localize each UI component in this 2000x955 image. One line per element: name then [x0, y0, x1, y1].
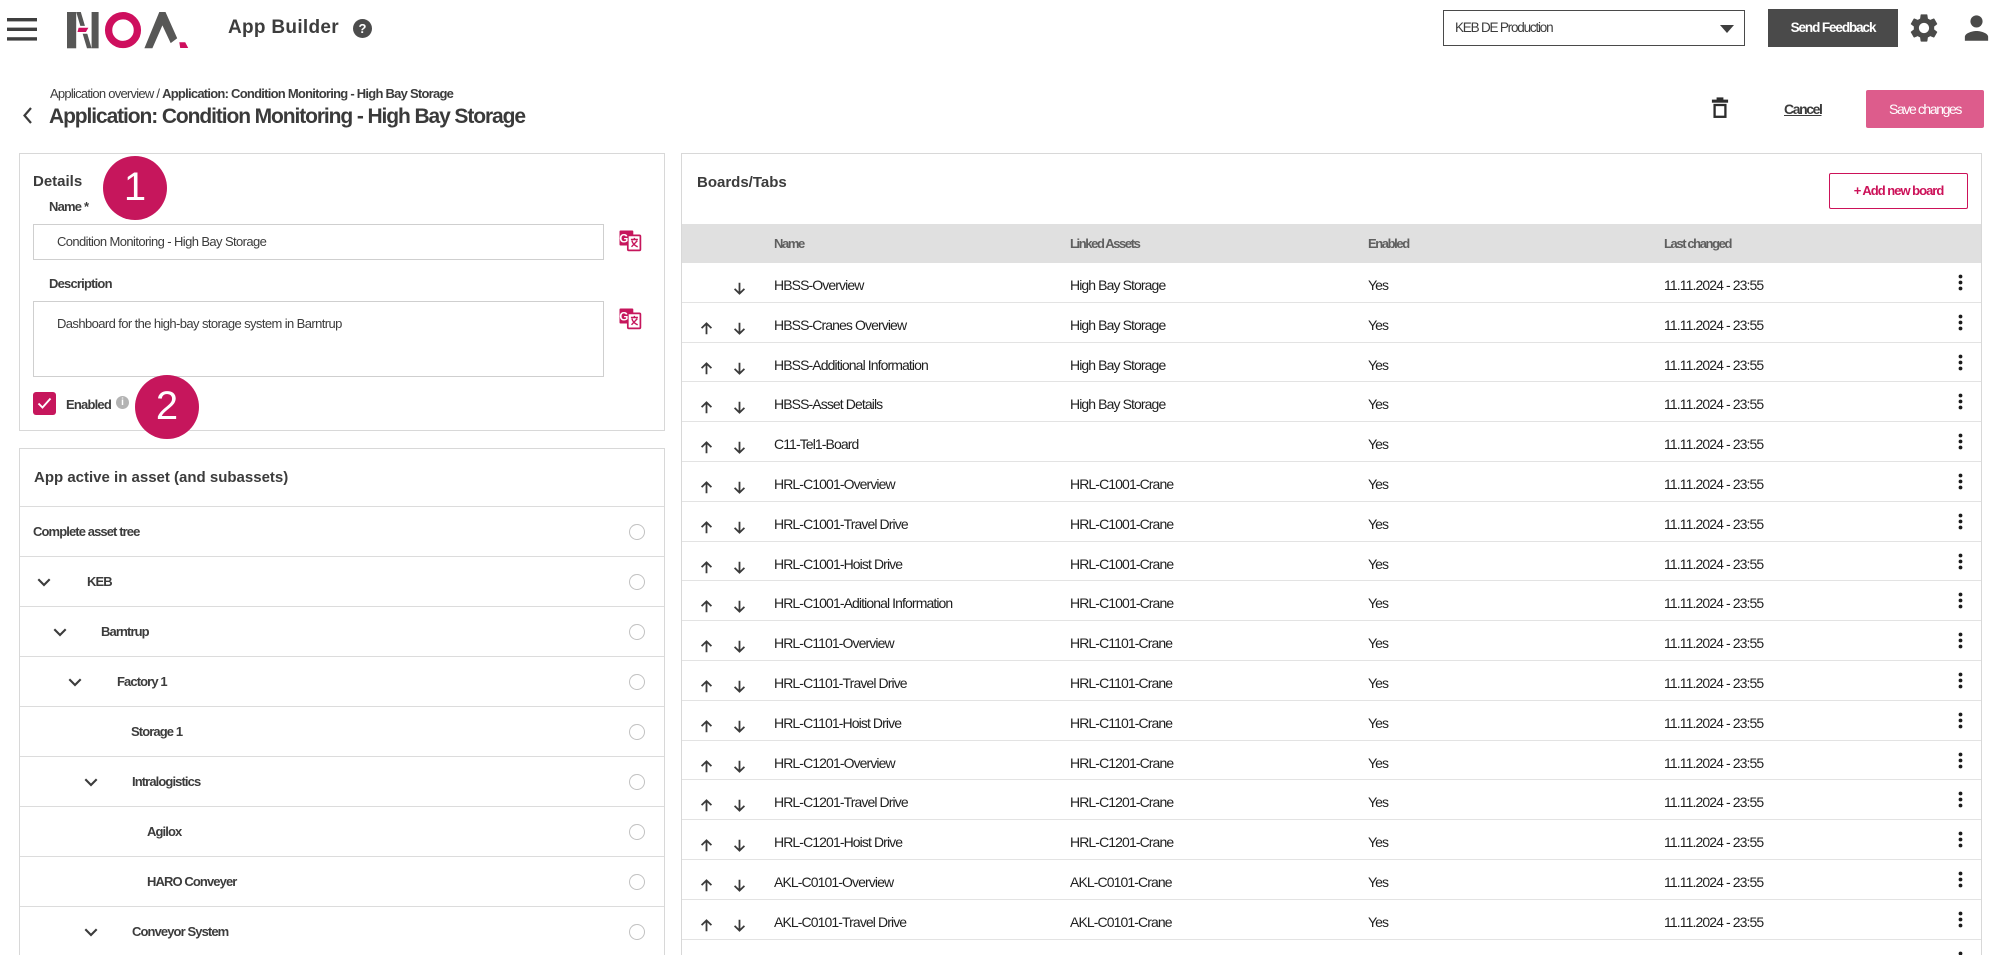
svg-text:G: G — [619, 233, 628, 245]
svg-text:G: G — [619, 311, 628, 323]
